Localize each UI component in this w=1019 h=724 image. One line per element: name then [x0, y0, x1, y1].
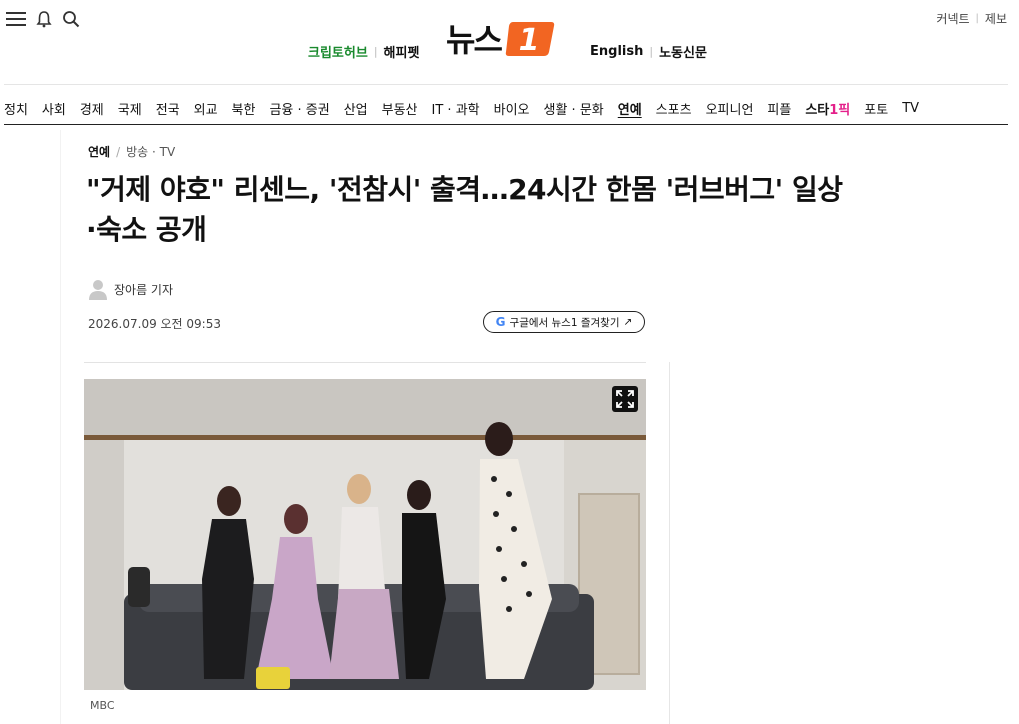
- nav-item-society[interactable]: 사회: [42, 99, 66, 118]
- nav-item-entertainment[interactable]: 연예: [618, 99, 642, 118]
- article-photo[interactable]: [84, 379, 646, 690]
- breadcrumb-subsection[interactable]: 방송 · TV: [126, 143, 175, 160]
- top-left-links: 크립토허브 | 해피펫: [308, 42, 419, 61]
- logo-badge-icon: 1: [505, 22, 555, 58]
- menu-icon[interactable]: [6, 10, 26, 28]
- article-title-line2: ·숙소 공개: [86, 213, 207, 246]
- external-link-icon: ↗: [623, 316, 633, 328]
- star-pick-label: 스타1픽: [805, 102, 851, 118]
- site-logo[interactable]: 뉴스 1: [446, 14, 555, 62]
- bell-icon[interactable]: [36, 10, 52, 28]
- author-info: 장아름 기자: [88, 278, 173, 300]
- photo-credit: MBC: [90, 699, 115, 712]
- nav-item-national[interactable]: 전국: [156, 99, 180, 118]
- logo-badge-text: 1: [518, 23, 539, 58]
- nav-item-photo[interactable]: 포토: [864, 99, 888, 118]
- divider: |: [373, 45, 378, 58]
- expand-icon: [616, 390, 634, 408]
- util-links: 커넥트 | 제보: [936, 10, 1007, 27]
- nk-news-link[interactable]: 노동신문: [659, 42, 707, 61]
- nav-item-opinion[interactable]: 오피니언: [706, 99, 754, 118]
- avatar-icon: [89, 280, 107, 300]
- breadcrumb-separator: /: [116, 144, 121, 159]
- nav-item-bio[interactable]: 바이오: [494, 99, 530, 118]
- header-divider: [4, 84, 1008, 85]
- nav-item-politics[interactable]: 정치: [4, 99, 28, 118]
- nav-item-international[interactable]: 국제: [118, 99, 142, 118]
- nav-item-economy[interactable]: 경제: [80, 99, 104, 118]
- google-favorite-button[interactable]: G 구글에서 뉴스1 즐겨찾기 ↗: [483, 311, 645, 333]
- nav-item-finance[interactable]: 금융 · 증권: [269, 99, 329, 118]
- nav-item-people[interactable]: 피플: [767, 99, 791, 118]
- top-right-links: English | 노동신문: [590, 42, 707, 61]
- header-icons: [6, 10, 80, 28]
- nav-item-realestate[interactable]: 부동산: [382, 99, 418, 118]
- article-title: "거제 야호" 리센느, '전참시' 출격…24시간 한몸 '러브버그' 일상 …: [86, 170, 936, 250]
- article-divider: [84, 362, 646, 363]
- crypto-hub-link[interactable]: 크립토허브: [308, 42, 368, 61]
- english-link[interactable]: English: [590, 44, 643, 59]
- google-icon: G: [495, 315, 506, 329]
- happy-pet-link[interactable]: 해피펫: [384, 42, 420, 61]
- site-header: 커넥트 | 제보 크립토허브 | 해피펫 뉴스 1 English | 노동신문: [0, 0, 1019, 84]
- nav-item-industry[interactable]: 산업: [344, 99, 368, 118]
- nav-item-it-science[interactable]: IT · 과학: [432, 99, 480, 118]
- nav-item-sports[interactable]: 스포츠: [656, 99, 692, 118]
- breadcrumb-section[interactable]: 연예: [88, 143, 110, 160]
- logo-text: 뉴스: [446, 21, 503, 59]
- connect-link[interactable]: 커넥트: [936, 10, 969, 27]
- nav-item-life-culture[interactable]: 생활 · 문화: [544, 99, 604, 118]
- article-title-line1: "거제 야호" 리센느, '전참시' 출격…24시간 한몸 '러브버그' 일상: [86, 173, 843, 206]
- divider: |: [975, 13, 979, 24]
- column-divider: [669, 362, 670, 724]
- report-link[interactable]: 제보: [985, 10, 1007, 27]
- nav-item-north-korea[interactable]: 북한: [232, 99, 256, 118]
- nav-item-diplomacy[interactable]: 외교: [194, 99, 218, 118]
- main-nav: 정치 사회 경제 국제 전국 외교 북한 금융 · 증권 산업 부동산 IT ·…: [4, 92, 1008, 125]
- nav-item-tv[interactable]: TV: [902, 101, 919, 116]
- search-icon[interactable]: [62, 10, 80, 28]
- publish-date: 2026.07.09 오전 09:53: [88, 317, 221, 331]
- google-button-label: 구글에서 뉴스1 즐겨찾기: [509, 316, 620, 329]
- nav-item-star-pick[interactable]: 스타1픽: [805, 99, 850, 118]
- left-divider: [60, 130, 61, 724]
- expand-photo-button[interactable]: [612, 386, 638, 412]
- breadcrumb: 연예 / 방송 · TV: [88, 143, 175, 160]
- divider: |: [649, 45, 654, 58]
- photo-illustration: [84, 379, 646, 690]
- author-name[interactable]: 장아름 기자: [114, 281, 173, 298]
